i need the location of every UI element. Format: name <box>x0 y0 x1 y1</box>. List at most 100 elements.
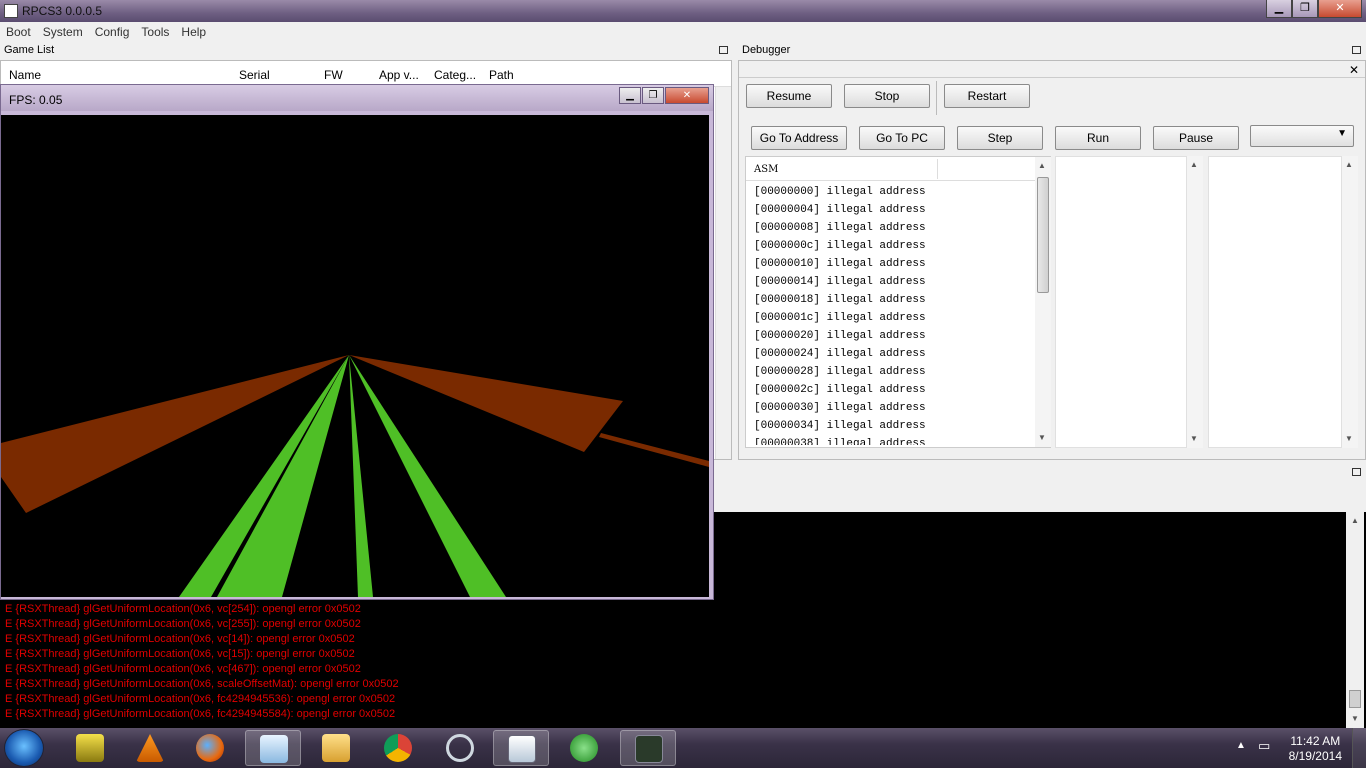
show-desktop-button[interactable] <box>1352 728 1366 768</box>
log-float-button[interactable] <box>1352 468 1361 476</box>
close-button[interactable]: ✕ <box>1318 0 1362 18</box>
network-icon <box>570 734 598 762</box>
taskbar-item-notepad[interactable] <box>245 730 301 766</box>
log-line: E {RSXThread} glGetUniformLocation(0x6, … <box>5 693 396 705</box>
asm-line[interactable]: [0000000c] illegal address <box>754 239 1034 257</box>
rsx-close-button[interactable]: ✕ <box>665 87 709 104</box>
col-serial[interactable]: Serial <box>239 68 270 82</box>
col-app-version[interactable]: App v... <box>379 68 419 82</box>
log-list: E {RSXThread} glGetUniformLocation(0x6, … <box>5 602 705 722</box>
debugger-float-button[interactable] <box>1352 46 1361 54</box>
menu-help[interactable]: Help <box>175 22 212 42</box>
taskbar-item-chrome[interactable] <box>370 730 426 766</box>
asm-line[interactable]: [00000018] illegal address <box>754 293 1034 311</box>
tray-network-icon[interactable]: ▭ <box>1258 738 1270 754</box>
pause-button[interactable]: Pause <box>1153 126 1239 150</box>
go-to-address-button[interactable]: Go To Address <box>751 126 847 150</box>
chevron-down-icon: ▼ <box>1337 128 1347 139</box>
start-button[interactable] <box>4 729 44 767</box>
asm-line[interactable]: [00000038] illegal address <box>754 437 1034 445</box>
asm-panel: ASM [00000000] illegal address [00000004… <box>745 156 1051 448</box>
debugger-title: Debugger <box>742 44 791 56</box>
memory-scrollbar[interactable]: ▲ ▼ <box>1342 156 1358 448</box>
app-icon <box>4 4 18 18</box>
scroll-down-icon[interactable]: ▼ <box>1345 434 1353 443</box>
taskbar-item-winamp[interactable] <box>62 730 118 766</box>
notepad-icon <box>260 735 288 763</box>
asm-line[interactable]: [00000000] illegal address <box>754 185 1034 203</box>
window-title: RPCS3 0.0.0.5 <box>22 4 103 18</box>
asm-line[interactable]: [00000030] illegal address <box>754 401 1034 419</box>
asm-line[interactable]: [00000020] illegal address <box>754 329 1034 347</box>
game-list-scrollbar[interactable] <box>715 87 731 459</box>
menu-boot[interactable]: Boot <box>0 22 37 42</box>
scroll-up-icon[interactable]: ▲ <box>1038 161 1046 170</box>
debugger-close-icon[interactable]: ✕ <box>1349 63 1359 77</box>
scroll-down-icon[interactable]: ▼ <box>1351 714 1359 723</box>
run-button[interactable]: Run <box>1055 126 1141 150</box>
asm-line[interactable]: [0000002c] illegal address <box>754 383 1034 401</box>
scroll-down-icon[interactable]: ▼ <box>1190 434 1198 443</box>
asm-line[interactable]: [00000024] illegal address <box>754 347 1034 365</box>
resume-button[interactable]: Resume <box>746 84 832 108</box>
scroll-down-icon[interactable]: ▼ <box>1038 433 1046 442</box>
log-line: E {RSXThread} glGetUniformLocation(0x6, … <box>5 663 361 675</box>
rsx-titlebar[interactable]: FPS: 0.05 ▁ ❐ ✕ <box>1 85 713 111</box>
asm-line[interactable]: [00000014] illegal address <box>754 275 1034 293</box>
ccleaner-icon <box>446 734 474 762</box>
taskbar-item-vlc[interactable] <box>122 730 178 766</box>
clock-time: 11:42 AM <box>1290 734 1341 748</box>
asm-line[interactable]: [00000010] illegal address <box>754 257 1034 275</box>
log-scrollbar[interactable]: ▲ ▼ <box>1346 512 1364 728</box>
asm-line[interactable]: [00000008] illegal address <box>754 221 1034 239</box>
log-scroll-thumb[interactable] <box>1349 690 1361 708</box>
rsx-minimize-button[interactable]: ▁ <box>619 87 641 104</box>
asm-line[interactable]: [00000034] illegal address <box>754 419 1034 437</box>
scroll-up-icon[interactable]: ▲ <box>1351 516 1359 525</box>
asm-header: ASM <box>746 157 1036 181</box>
rsx-window-controls: ▁ ❐ ✕ <box>618 87 709 104</box>
thread-select[interactable]: ▼ <box>1250 125 1354 147</box>
asm-line[interactable]: [00000028] illegal address <box>754 365 1034 383</box>
window-controls: ▁ ❐ ✕ <box>1266 0 1362 18</box>
register-panel <box>1055 156 1187 448</box>
menu-tools[interactable]: Tools <box>135 22 175 42</box>
terminal-icon <box>635 735 663 763</box>
go-to-pc-button[interactable]: Go To PC <box>859 126 945 150</box>
asm-scroll-thumb[interactable] <box>1037 177 1049 293</box>
stop-button[interactable]: Stop <box>844 84 930 108</box>
asm-scrollbar[interactable]: ▲ ▼ <box>1035 157 1051 447</box>
log-line: E {RSXThread} glGetUniformLocation(0x6, … <box>5 603 361 615</box>
col-fw[interactable]: FW <box>324 68 343 82</box>
menu-system[interactable]: System <box>37 22 89 42</box>
render-background <box>1 115 709 597</box>
scroll-up-icon[interactable]: ▲ <box>1345 160 1353 169</box>
taskbar-item-ccleaner[interactable] <box>432 730 488 766</box>
taskbar-item-network[interactable] <box>556 730 612 766</box>
register-scrollbar[interactable]: ▲ ▼ <box>1187 156 1203 448</box>
rsx-maximize-button[interactable]: ❐ <box>642 87 664 104</box>
game-list-title: Game List <box>4 44 55 56</box>
restart-button[interactable]: Restart <box>944 84 1030 108</box>
step-button[interactable]: Step <box>957 126 1043 150</box>
asm-line[interactable]: [0000001c] illegal address <box>754 311 1034 329</box>
taskbar-item-terminal[interactable] <box>620 730 676 766</box>
taskbar-item-explorer[interactable] <box>308 730 364 766</box>
scroll-up-icon[interactable]: ▲ <box>1190 160 1198 169</box>
clock[interactable]: 11:42 AM 8/19/2014 <box>1289 734 1342 764</box>
taskbar-item-rpcs3[interactable] <box>493 730 549 766</box>
asm-line[interactable]: [00000004] illegal address <box>754 203 1034 221</box>
taskbar-item-firefox[interactable] <box>182 730 238 766</box>
menu-config[interactable]: Config <box>89 22 136 42</box>
col-name[interactable]: Name <box>9 68 41 82</box>
asm-header-label: ASM <box>754 164 779 175</box>
col-category[interactable]: Categ... <box>434 68 476 82</box>
maximize-button[interactable]: ❐ <box>1292 0 1318 18</box>
col-path[interactable]: Path <box>489 68 514 82</box>
clock-date: 8/19/2014 <box>1288 749 1342 763</box>
tray-expand-icon[interactable]: ▲ <box>1236 740 1246 751</box>
log-line: E {RSXThread} glGetUniformLocation(0x6, … <box>5 708 396 720</box>
asm-list[interactable]: [00000000] illegal address [00000004] il… <box>754 185 1034 445</box>
minimize-button[interactable]: ▁ <box>1266 0 1292 18</box>
game-list-float-button[interactable] <box>719 46 728 54</box>
